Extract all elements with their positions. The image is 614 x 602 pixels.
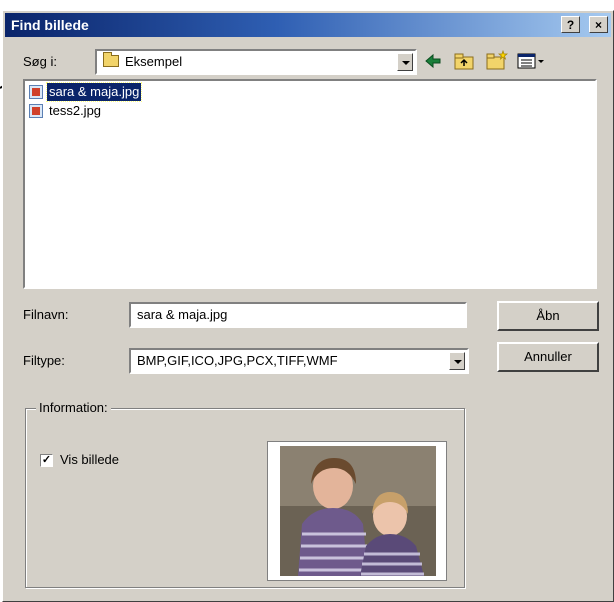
filename-label: Filnavn: <box>23 307 69 322</box>
filetype-dropdown-arrow[interactable] <box>449 352 465 370</box>
dialog-title: Find billede <box>11 17 89 33</box>
preview-photo <box>280 446 436 576</box>
open-button[interactable]: Åbn <box>497 301 599 331</box>
cancel-button[interactable]: Annuller <box>497 342 599 372</box>
new-folder-icon[interactable] <box>485 49 509 71</box>
up-folder-icon[interactable] <box>453 51 475 71</box>
lookin-value: Eksempel <box>125 54 183 69</box>
jpg-file-icon <box>29 104 43 118</box>
help-button[interactable]: ? <box>561 16 580 33</box>
file-name: sara & maja.jpg <box>45 82 143 102</box>
image-preview <box>267 441 447 581</box>
filename-input[interactable]: sara & maja.jpg <box>129 302 467 328</box>
title-bar: Find billede ? × <box>5 13 611 37</box>
information-legend: Information: <box>36 400 111 415</box>
find-image-dialog: Find billede ? × Søg i: Eksempel sara & … <box>2 10 614 602</box>
file-list[interactable]: sara & maja.jpg tess2.jpg <box>23 79 597 289</box>
filetype-label: Filtype: <box>23 353 65 368</box>
lookin-combo[interactable]: Eksempel <box>95 49 417 75</box>
lookin-dropdown-arrow[interactable] <box>397 53 413 71</box>
close-button[interactable]: × <box>589 16 608 33</box>
jpg-file-icon <box>29 85 43 99</box>
show-image-label: Vis billede <box>60 452 120 467</box>
show-image-checkbox[interactable]: ✓ <box>40 454 53 467</box>
folder-icon <box>103 52 119 67</box>
lookin-label: Søg i: <box>23 54 57 69</box>
back-arrow-icon[interactable] <box>423 51 443 71</box>
filetype-value: BMP,GIF,ICO,JPG,PCX,TIFF,WMF <box>137 353 338 368</box>
file-name: tess2.jpg <box>49 103 102 118</box>
filetype-combo[interactable]: BMP,GIF,ICO,JPG,PCX,TIFF,WMF <box>129 348 469 374</box>
filename-value: sara & maja.jpg <box>137 307 228 322</box>
view-menu-icon[interactable] <box>517 51 547 71</box>
